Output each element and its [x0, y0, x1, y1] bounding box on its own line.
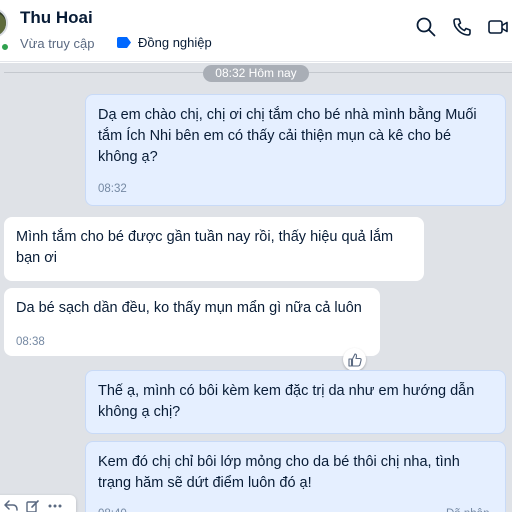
contact-tag[interactable]: Đồng nghiệp	[117, 35, 212, 50]
message-time: 08:38	[16, 336, 45, 348]
message-bubble-outgoing[interactable]: Kem đó chị chỉ bôi lớp mỏng cho da bé th…	[85, 441, 506, 512]
reply-icon[interactable]	[4, 500, 18, 512]
message-list[interactable]: 08:32 Hôm nay Dạ em chào chị, chị ơi chị…	[0, 63, 512, 512]
tag-icon	[117, 37, 131, 48]
search-icon[interactable]	[415, 16, 437, 38]
message-text: Mình tắm cho bé được gần tuần nay rồi, t…	[16, 229, 394, 266]
message-text: Da bé sạch dần đều, ko thấy mụn mẩn gì n…	[16, 300, 362, 316]
message-text: Kem đó chị chỉ bôi lớp mỏng cho da bé th…	[98, 454, 460, 491]
thumbs-up-icon	[347, 352, 362, 367]
message-action-toolbar	[0, 495, 76, 512]
online-status-dot	[0, 42, 10, 52]
date-divider: 08:32 Hôm nay	[203, 65, 309, 82]
more-icon[interactable]	[48, 504, 62, 508]
message-text: Dạ em chào chị, chị ơi chị tắm cho bé nh…	[98, 107, 477, 165]
message-text: Thế ạ, mình có bôi kèm kem đặc trị da nh…	[98, 383, 475, 420]
edit-icon[interactable]	[26, 499, 40, 512]
contact-tag-label: Đồng nghiệp	[138, 35, 212, 50]
message-time: 08:32	[98, 183, 127, 195]
phone-icon[interactable]	[451, 16, 473, 38]
avatar[interactable]	[0, 8, 8, 38]
message-bubble-incoming[interactable]: Mình tắm cho bé được gần tuần nay rồi, t…	[4, 217, 424, 281]
video-call-icon[interactable]	[487, 16, 509, 38]
last-seen-status: Vừa truy cập	[20, 36, 95, 51]
message-bubble-outgoing[interactable]: Dạ em chào chị, chị ơi chị tắm cho bé nh…	[85, 94, 506, 206]
chat-header: Thu Hoai Vừa truy cập Đồng nghiệp	[0, 0, 512, 62]
contact-name[interactable]: Thu Hoai	[20, 8, 93, 28]
delivery-status: Đã nhận	[446, 504, 489, 512]
reaction-button[interactable]	[343, 348, 366, 371]
message-bubble-incoming[interactable]: Da bé sạch dần đều, ko thấy mụn mẩn gì n…	[4, 288, 380, 356]
message-bubble-outgoing[interactable]: Thế ạ, mình có bôi kèm kem đặc trị da nh…	[85, 370, 506, 434]
message-time: 08:40	[98, 504, 127, 512]
